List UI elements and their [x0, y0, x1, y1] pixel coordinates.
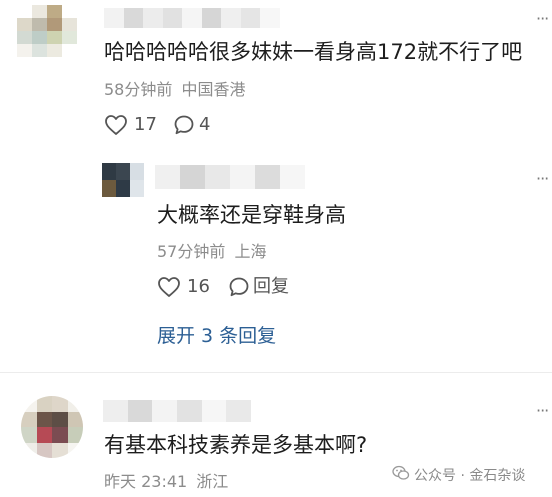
more-options-icon[interactable]: ··· [536, 11, 549, 27]
wechat-icon [392, 465, 410, 485]
like-count: 17 [134, 114, 157, 135]
expand-replies-link[interactable]: 展开 3 条回复 [157, 324, 276, 348]
comment-location: 浙江 [196, 472, 229, 491]
like-button[interactable]: 16 [157, 276, 210, 298]
heart-icon [157, 276, 181, 298]
comment-bubble-icon [173, 114, 195, 136]
watermark-text: 公众号 · 金石杂谈 [414, 468, 526, 484]
avatar[interactable] [102, 163, 144, 197]
like-count: 16 [187, 276, 210, 297]
like-button[interactable]: 17 [104, 114, 157, 136]
reply-time: 57分钟前 [157, 242, 226, 261]
comment-text: 哈哈哈哈哈很多妹妹一看身高172就不行了吧 [104, 40, 523, 64]
reply-button[interactable]: 回复 [228, 276, 289, 298]
comment-meta: 58分钟前 中国香港 [104, 79, 245, 101]
reply-location: 上海 [234, 242, 267, 261]
heart-icon [104, 114, 128, 136]
more-options-icon[interactable]: ··· [536, 403, 549, 419]
comment-time: 58分钟前 [104, 80, 173, 99]
reply-count: 4 [199, 114, 211, 135]
reply-button[interactable]: 4 [173, 114, 210, 136]
reply-label: 回复 [253, 276, 289, 297]
username-blurred[interactable] [103, 400, 251, 422]
comment-location: 中国香港 [181, 80, 246, 99]
comment-meta: 昨天 23:41 浙江 [104, 471, 228, 493]
thread-divider [0, 372, 552, 373]
username-blurred[interactable] [104, 8, 280, 28]
comment-text: 有基本科技素养是多基本啊? [104, 433, 368, 457]
reply-meta: 57分钟前 上海 [157, 241, 266, 263]
comment-bubble-icon [228, 276, 250, 298]
username-blurred[interactable] [155, 165, 305, 189]
comment-time: 昨天 23:41 [104, 472, 188, 491]
watermark: 公众号 · 金石杂谈 [392, 465, 525, 485]
avatar[interactable] [17, 5, 77, 57]
reply-text: 大概率还是穿鞋身高 [157, 203, 346, 227]
more-options-icon[interactable]: ··· [536, 171, 549, 187]
avatar[interactable] [21, 396, 83, 458]
